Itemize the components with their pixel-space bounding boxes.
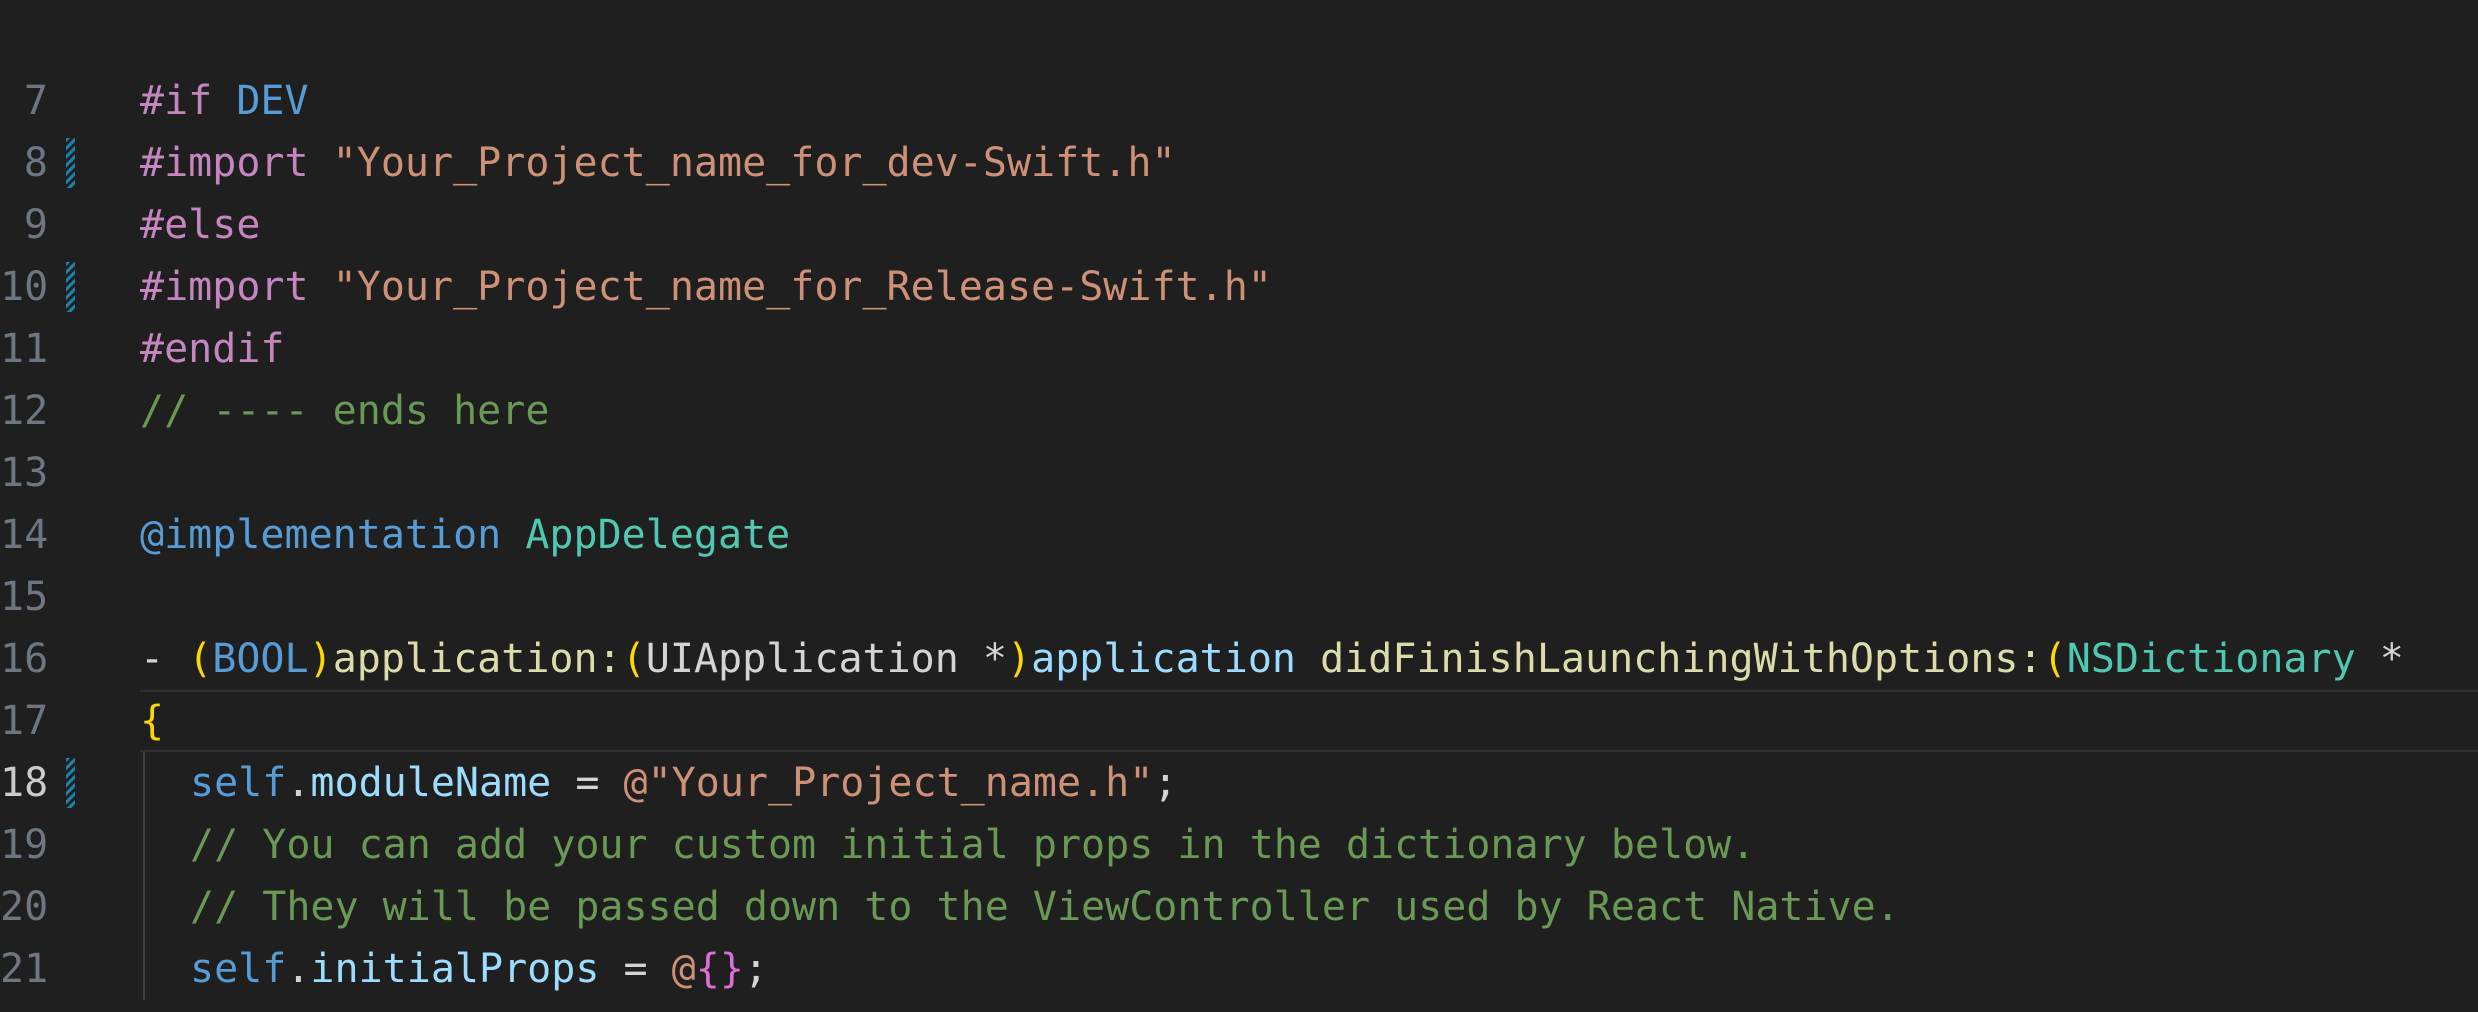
indent-guide	[143, 814, 145, 876]
property-name: initialProps	[310, 946, 600, 992]
code-line[interactable]: 15 @implementation AppDelegate	[0, 504, 2478, 620]
code-text: #import "Your_Project_name_for_Release-S…	[140, 256, 1272, 318]
code-editor[interactable]: 7 8 #if DEV 9 #import "Your_Project_name…	[0, 0, 2478, 1012]
pointer-token: *	[2355, 636, 2404, 682]
code-text: #endif	[140, 318, 285, 380]
dot-token: .	[286, 760, 311, 806]
code-comment: // ---- ends here	[140, 388, 550, 434]
parameter-name: application	[1031, 636, 1297, 682]
dot-token: .	[286, 946, 311, 992]
method-name: didFinishLaunchingWithOptions	[1320, 636, 2019, 682]
paren-token: (	[188, 636, 213, 682]
code-line[interactable]: 19 self.moduleName = @"Your_Project_name…	[0, 752, 2478, 868]
paren-token: )	[1007, 636, 1032, 682]
paren-token: )	[308, 636, 333, 682]
string-literal: @"Your_Project_name.h"	[623, 760, 1154, 806]
preprocessor-keyword: #import	[140, 264, 309, 310]
code-text: @implementation AppDelegate	[140, 504, 790, 566]
macro-name: DEV	[236, 78, 309, 124]
string-literal: "Your_Project_name_for_dev-Swift.h"	[332, 140, 1176, 186]
code-line[interactable]: 7	[0, 8, 2478, 124]
preprocessor-keyword: #import	[140, 140, 309, 186]
self-keyword: self	[190, 760, 287, 806]
class-name: AppDelegate	[525, 512, 791, 558]
modified-line-marker[interactable]	[66, 138, 75, 188]
code-line[interactable]: 16	[0, 566, 2478, 682]
assign-token: =	[551, 760, 624, 806]
minus-token: -	[140, 636, 189, 682]
code-comment: // They will be passed down to the ViewC…	[190, 884, 1900, 930]
type-name: UIApplication *	[645, 636, 1008, 682]
type-name: NSDictionary	[2066, 636, 2356, 682]
line-number: 22	[0, 1000, 48, 1012]
indent-guide	[143, 752, 145, 814]
code-line[interactable]: 14	[0, 442, 2478, 558]
string-literal: "Your_Project_name_for_Release-Swift.h"	[332, 264, 1272, 310]
code-text: #if DEV	[140, 70, 309, 132]
dictionary-literal: {}	[695, 946, 744, 992]
objc-directive: @implementation	[140, 512, 502, 558]
code-line[interactable]: 9 #import "Your_Project_name_for_dev-Swi…	[0, 132, 2478, 248]
self-keyword: self	[190, 946, 287, 992]
colon-token: :	[2018, 636, 2043, 682]
code-line[interactable]: 12 #endif	[0, 318, 2478, 434]
code-text: self.moduleName = @"Your_Project_name.h"…	[190, 752, 1177, 814]
preprocessor-keyword: #endif	[140, 326, 285, 372]
code-line-current[interactable]: 18 {	[0, 690, 2478, 806]
code-line[interactable]: 20 // You can add your custom initial pr…	[0, 814, 2478, 930]
code-comment: // You can add your custom initial props…	[190, 822, 1756, 868]
code-line[interactable]: 21 // They will be passed down to the Vi…	[0, 876, 2478, 992]
code-line[interactable]: 22 self.initialProps = @{};	[0, 938, 2478, 1012]
code-line[interactable]: 13 // ---- ends here	[0, 380, 2478, 496]
method-name: application	[332, 636, 598, 682]
colon-token: :	[597, 636, 622, 682]
semicolon-token: ;	[743, 946, 769, 992]
code-line[interactable]: 17 - (BOOL)application:(UIApplication *)…	[0, 628, 2478, 744]
modified-line-marker[interactable]	[66, 262, 75, 312]
code-text: - (BOOL)application:(UIApplication *)app…	[140, 628, 2404, 690]
indent-guide	[143, 876, 145, 938]
code-text: self.initialProps = @{};	[190, 938, 768, 1000]
code-line[interactable]: 8 #if DEV	[0, 70, 2478, 186]
indent-guide	[143, 938, 145, 1000]
preprocessor-keyword: #if	[140, 78, 213, 124]
paren-token: (	[2042, 636, 2067, 682]
code-line[interactable]: 10 #else	[0, 194, 2478, 310]
code-text: #import "Your_Project_name_for_dev-Swift…	[140, 132, 1176, 194]
open-brace: {	[140, 698, 165, 744]
paren-token: (	[621, 636, 646, 682]
at-token: @	[671, 946, 696, 992]
code-text: #else	[140, 194, 260, 256]
property-name: moduleName	[310, 760, 552, 806]
code-line[interactable]: 11 #import "Your_Project_name_for_Releas…	[0, 256, 2478, 372]
semicolon-token: ;	[1153, 760, 1178, 806]
preprocessor-keyword: #else	[140, 202, 261, 248]
type-keyword: BOOL	[212, 636, 309, 682]
modified-line-marker[interactable]	[66, 758, 75, 808]
assign-token: =	[599, 946, 672, 992]
